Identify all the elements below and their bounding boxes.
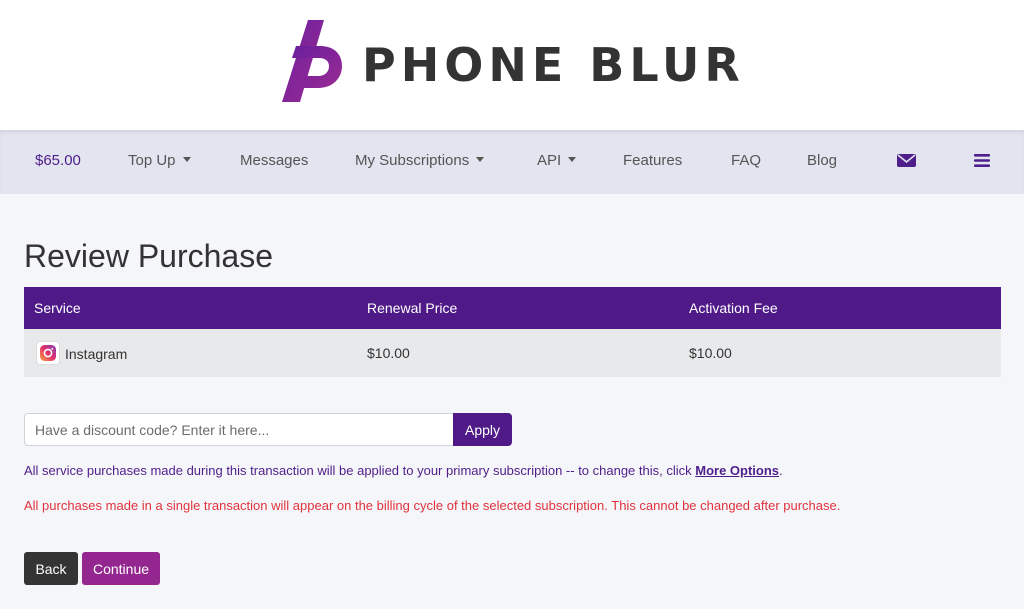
nav-api-label: API <box>537 152 562 169</box>
chevron-down-icon <box>182 157 191 162</box>
more-options-link[interactable]: More Options <box>695 463 779 478</box>
billing-warning: All purchases made in a single transacti… <box>24 498 841 513</box>
brand-name: PHONE BLUR <box>362 38 745 92</box>
hamburger-icon[interactable] <box>974 151 990 175</box>
chevron-down-icon <box>476 157 485 162</box>
nav-top-up-label: Top Up <box>128 152 176 169</box>
table-row: Instagram $10.00 $10.00 <box>24 329 1001 377</box>
continue-button[interactable]: Continue <box>82 552 160 585</box>
back-button[interactable]: Back <box>24 552 78 585</box>
primary-subscription-note: All service purchases made during this t… <box>24 463 783 478</box>
nav-messages[interactable]: Messages <box>240 152 308 169</box>
column-header-activation-fee: Activation Fee <box>689 300 778 316</box>
nav-top-up[interactable]: Top Up <box>128 152 191 169</box>
nav-faq[interactable]: FAQ <box>731 152 761 169</box>
apply-button[interactable]: Apply <box>453 413 512 446</box>
note-period: . <box>779 463 783 478</box>
phone-blur-logo-icon <box>282 20 342 102</box>
brand-logo[interactable]: PHONE BLUR <box>278 18 748 106</box>
site-header: PHONE BLUR <box>0 0 1024 130</box>
column-header-service: Service <box>34 300 81 316</box>
nav-api[interactable]: API <box>537 152 577 169</box>
nav-features[interactable]: Features <box>623 152 682 169</box>
nav-blog[interactable]: Blog <box>807 152 837 169</box>
chevron-down-icon <box>568 157 577 162</box>
page-title: Review Purchase <box>24 238 273 274</box>
instagram-icon <box>36 341 60 365</box>
service-name: Instagram <box>65 346 128 362</box>
nav-my-subscriptions-label: My Subscriptions <box>355 152 470 169</box>
column-header-renewal-price: Renewal Price <box>367 300 458 316</box>
envelope-icon[interactable] <box>897 151 916 175</box>
nav-balance[interactable]: $65.00 <box>35 152 81 169</box>
discount-code-input[interactable] <box>24 413 453 446</box>
table-header: Service Renewal Price Activation Fee <box>24 287 1001 329</box>
nav-my-subscriptions[interactable]: My Subscriptions <box>355 152 485 169</box>
primary-note-text: All service purchases made during this t… <box>24 463 696 478</box>
purchase-table: Service Renewal Price Activation Fee Ins… <box>24 287 1001 377</box>
activation-fee: $10.00 <box>689 345 732 361</box>
main-navbar: $65.00 Top Up Messages My Subscriptions … <box>0 130 1024 194</box>
renewal-price: $10.00 <box>367 345 410 361</box>
